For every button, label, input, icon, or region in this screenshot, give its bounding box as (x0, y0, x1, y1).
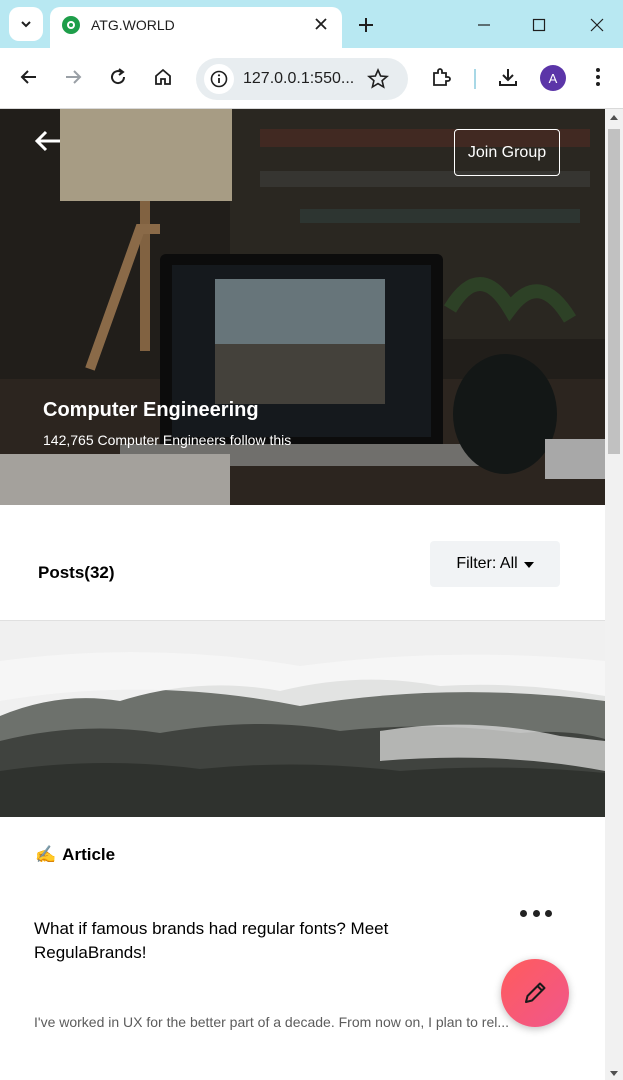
post-type: ✍️ Article (35, 845, 115, 865)
tab-strip: ATG.WORLD (0, 0, 623, 48)
extensions-icon[interactable] (429, 65, 453, 89)
more-dot (520, 909, 527, 917)
active-tab[interactable]: ATG.WORLD (50, 7, 342, 48)
reload-icon[interactable] (106, 65, 130, 89)
tab-search-button[interactable] (9, 7, 43, 41)
post-title[interactable]: What if famous brands had regular fonts?… (34, 917, 454, 965)
more-options-icon[interactable] (520, 907, 552, 919)
back-icon[interactable] (17, 65, 41, 89)
tab-title: ATG.WORLD (91, 17, 175, 33)
group-followers: 142,765 Computer Engineers follow this (43, 432, 292, 448)
group-title: Computer Engineering (43, 399, 259, 421)
address-bar[interactable]: 127.0.0.1:550... (196, 58, 408, 100)
more-dot (532, 909, 540, 917)
download-icon[interactable] (496, 65, 520, 89)
browser-toolbar: 127.0.0.1:550... A (0, 48, 623, 109)
site-info-icon[interactable] (204, 64, 234, 94)
back-arrow-icon[interactable] (34, 129, 62, 153)
join-group-button[interactable]: Join Group (454, 129, 560, 176)
favicon-icon (62, 16, 80, 34)
create-post-fab[interactable] (501, 959, 569, 1027)
more-dot (545, 909, 552, 917)
writing-hand-icon: ✍️ (35, 845, 57, 864)
page-scrollbar[interactable] (605, 109, 623, 1080)
filter-dropdown[interactable]: Filter: All (430, 541, 560, 587)
minimize-icon[interactable] (473, 14, 495, 36)
post-excerpt: I've worked in UX for the better part of… (34, 1014, 510, 1030)
new-tab-icon[interactable] (355, 14, 377, 36)
forest-illustration (0, 621, 605, 817)
scrollbar-thumb[interactable] (608, 129, 620, 454)
forward-icon[interactable] (61, 65, 85, 89)
page-viewport: Join Group Computer Engineering 142,765 … (0, 109, 605, 1080)
toolbar-divider (474, 69, 476, 89)
post-type-label: Article (62, 845, 116, 864)
post-cover-image (0, 621, 605, 817)
url-text: 127.0.0.1:550... (243, 70, 355, 87)
pencil-icon (525, 982, 546, 1003)
maximize-icon[interactable] (528, 14, 550, 36)
scroll-up-icon[interactable] (610, 115, 618, 120)
window-close-icon[interactable] (586, 14, 608, 36)
filter-label: Filter: All (456, 555, 518, 572)
scroll-down-icon[interactable] (610, 1071, 618, 1076)
profile-avatar[interactable]: A (540, 65, 566, 91)
browser-menu-icon[interactable] (586, 65, 610, 89)
bookmark-star-icon[interactable] (366, 67, 390, 91)
caret-down-icon (523, 562, 534, 568)
chevron-down-icon (21, 21, 31, 28)
home-icon[interactable] (151, 65, 175, 89)
posts-heading: Posts(32) (38, 563, 115, 582)
tab-close-icon[interactable] (310, 13, 332, 35)
group-cover-image: Join Group Computer Engineering 142,765 … (0, 109, 605, 505)
